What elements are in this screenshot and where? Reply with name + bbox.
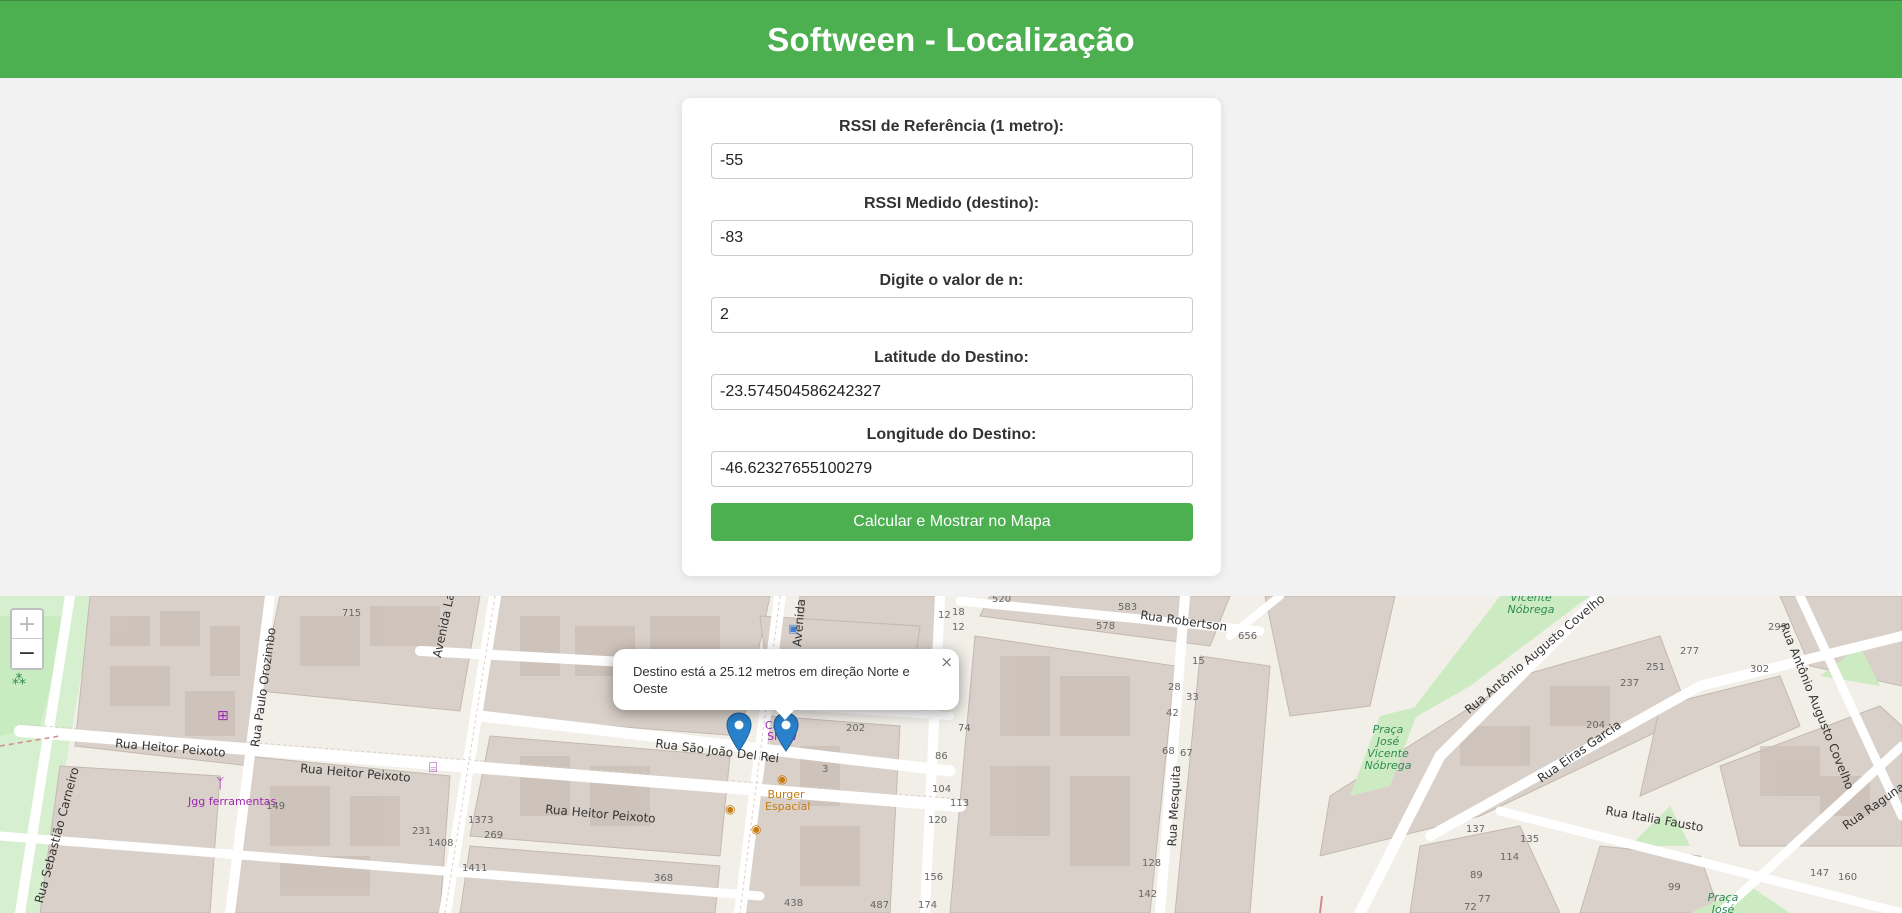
house-number: 368 bbox=[654, 873, 674, 884]
house-number: 72 bbox=[1464, 902, 1477, 913]
house-number: 33 bbox=[1186, 692, 1199, 703]
map-tiles bbox=[0, 596, 1902, 913]
page-title: Softween - Localização bbox=[767, 20, 1135, 58]
house-number: 583 bbox=[1118, 602, 1138, 613]
house-number: 251 bbox=[1646, 662, 1666, 673]
origin-marker-icon[interactable] bbox=[726, 712, 752, 752]
house-number: 18 bbox=[952, 607, 965, 618]
park-label: Praça José Vicente Nóbrega bbox=[1364, 723, 1412, 772]
house-number: 120 bbox=[928, 815, 948, 826]
house-number: 89 bbox=[1470, 870, 1483, 881]
house-number: 578 bbox=[1096, 621, 1116, 632]
house-number: 656 bbox=[1238, 631, 1258, 642]
ref-rssi-input[interactable] bbox=[711, 143, 1193, 179]
map-view[interactable]: Rua Robertson Avenida Lacerda Franco Rua… bbox=[0, 596, 1902, 913]
latitude-input[interactable] bbox=[711, 374, 1193, 410]
house-number: 237 bbox=[1620, 678, 1640, 689]
burger-icon: ◉ bbox=[751, 822, 762, 836]
tools-icon: ᛉ bbox=[216, 776, 225, 792]
house-number: 104 bbox=[932, 784, 952, 795]
ref-rssi-label: RSSI de Referência (1 metro): bbox=[839, 118, 1064, 135]
latitude-label: Latitude do Destino: bbox=[874, 349, 1029, 366]
n-input[interactable] bbox=[711, 297, 1193, 333]
popup-text: Destino está a 25.12 metros em direção N… bbox=[633, 664, 910, 696]
house-number: 299 bbox=[1768, 622, 1788, 633]
house-number: 99 bbox=[1668, 882, 1681, 893]
house-number: 15 bbox=[1192, 656, 1205, 667]
playground-icon: ⁂ bbox=[12, 672, 26, 688]
zoom-out-button[interactable]: − bbox=[12, 639, 42, 668]
house-number: 77 bbox=[1478, 894, 1491, 905]
house-number: 487 bbox=[870, 900, 890, 911]
shop-icon: ⊞ bbox=[217, 708, 229, 724]
house-number: 156 bbox=[924, 872, 944, 883]
house-number: 520 bbox=[992, 596, 1012, 605]
park-label: Vicente Nóbrega bbox=[1507, 596, 1555, 616]
house-number: 135 bbox=[1520, 834, 1540, 845]
longitude-label: Longitude do Destino: bbox=[866, 426, 1037, 443]
burger-icon: ◉ bbox=[725, 802, 736, 816]
app-header: Softween - Localização bbox=[0, 0, 1902, 78]
bus-stop-icon: ▣ bbox=[788, 622, 799, 635]
poi-label: Jgg ferramentas bbox=[188, 795, 277, 808]
house-number: 147 bbox=[1810, 868, 1830, 879]
n-label: Digite o valor de n: bbox=[879, 272, 1024, 289]
house-number: 438 bbox=[784, 898, 804, 909]
house-number: 142 bbox=[1138, 889, 1158, 900]
house-number: 160 bbox=[1838, 872, 1858, 883]
form-card: RSSI de Referência (1 metro): RSSI Medid… bbox=[682, 98, 1221, 576]
house-number: 68 bbox=[1162, 746, 1175, 757]
house-number: 114 bbox=[1500, 852, 1520, 863]
house-number: 302 bbox=[1750, 664, 1770, 675]
house-number: 42 bbox=[1166, 708, 1179, 719]
house-number: 231 bbox=[412, 826, 432, 837]
house-number: 12 bbox=[938, 610, 951, 621]
house-number: 137 bbox=[1466, 824, 1486, 835]
house-number: 128 bbox=[1142, 858, 1162, 869]
house-number: 67 bbox=[1180, 748, 1193, 759]
burger-icon: ◉ bbox=[777, 772, 788, 786]
measured-rssi-input[interactable] bbox=[711, 220, 1193, 256]
house-number: 149 bbox=[266, 801, 286, 812]
longitude-input[interactable] bbox=[711, 451, 1193, 487]
house-number: 1373 bbox=[468, 815, 494, 826]
measured-rssi-label: RSSI Medido (destino): bbox=[863, 195, 1040, 212]
zoom-in-button[interactable]: + bbox=[12, 610, 42, 639]
map-popup: × Destino está a 25.12 metros em direção… bbox=[613, 649, 959, 720]
house-number: 277 bbox=[1680, 646, 1700, 657]
house-number: 715 bbox=[342, 608, 362, 619]
house-number: 3 bbox=[822, 764, 829, 775]
house-number: 1408 bbox=[428, 838, 454, 849]
shop-icon: ⌸ bbox=[429, 760, 438, 776]
house-number: 204 bbox=[1586, 720, 1606, 731]
house-number: 269 bbox=[484, 830, 504, 841]
house-number: 113 bbox=[950, 798, 970, 809]
poi-label: Burger Espacial bbox=[765, 788, 811, 813]
calculate-button[interactable]: Calcular e Mostrar no Mapa bbox=[711, 503, 1193, 541]
zoom-control: + − bbox=[10, 608, 44, 670]
park-label: Praça José bbox=[1707, 891, 1739, 913]
house-number: 86 bbox=[935, 751, 948, 762]
house-number: 12 bbox=[952, 622, 965, 633]
house-number: 74 bbox=[958, 723, 971, 734]
house-number: 28 bbox=[1168, 682, 1181, 693]
close-icon[interactable]: × bbox=[940, 653, 953, 671]
house-number: 202 bbox=[846, 723, 866, 734]
house-number: 174 bbox=[918, 900, 938, 911]
popup-tip bbox=[775, 709, 795, 720]
house-number: 1411 bbox=[462, 863, 488, 874]
